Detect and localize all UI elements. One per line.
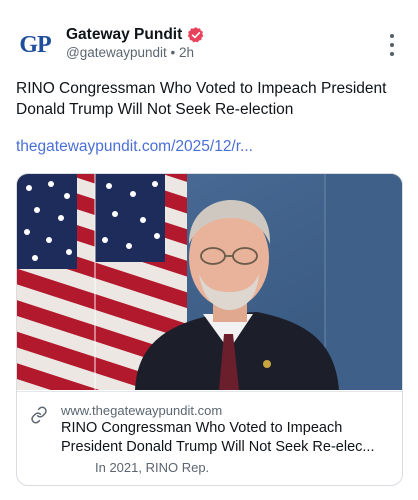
- card-description: In 2021, RINO Rep.: [95, 460, 210, 475]
- card-domain: www.thegatewaypundit.com: [61, 403, 223, 418]
- author-name[interactable]: Gateway Pundit: [66, 26, 182, 44]
- card-title[interactable]: RINO Congressman Who Voted to Impeach Pr…: [61, 419, 393, 457]
- avatar[interactable]: GP: [16, 26, 54, 64]
- post-time[interactable]: 2h: [179, 45, 194, 60]
- more-dot-icon: [390, 34, 394, 38]
- more-dot-icon: [390, 43, 394, 47]
- post-text: RINO Congressman Who Voted to Impeach Pr…: [16, 80, 387, 118]
- author-meta: @gatewaypundit • 2h: [66, 45, 194, 60]
- author-handle[interactable]: @gatewaypundit: [66, 45, 167, 60]
- link-preview-card[interactable]: www.thegatewaypundit.com RINO Congressma…: [16, 173, 403, 486]
- card-info[interactable]: www.thegatewaypundit.com RINO Congressma…: [17, 391, 402, 485]
- post-card[interactable]: GP Gateway Pundit @gatewaypundit • 2h RI…: [0, 0, 418, 500]
- meta-separator: •: [170, 45, 176, 60]
- more-dot-icon: [390, 52, 394, 56]
- author-name-row: Gateway Pundit: [66, 26, 205, 44]
- card-image[interactable]: [17, 174, 402, 390]
- avatar-logo-text: GP: [19, 31, 51, 58]
- post-link[interactable]: thegatewaypundit.com/2025/12/r...: [16, 138, 253, 156]
- verified-badge-icon: [188, 27, 204, 43]
- more-options-button[interactable]: [386, 34, 398, 56]
- link-icon: [31, 406, 47, 424]
